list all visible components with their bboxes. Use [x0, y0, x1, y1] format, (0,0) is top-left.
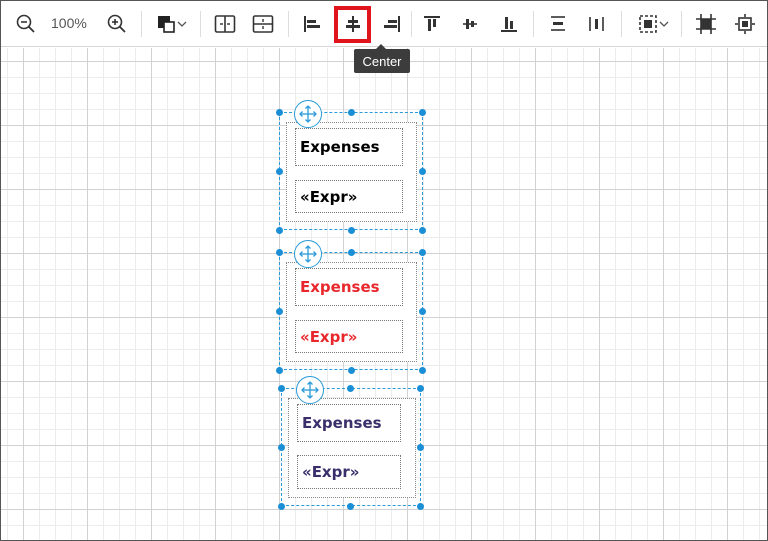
move-icon	[301, 381, 319, 399]
resize-handle[interactable]	[348, 109, 355, 116]
zoom-out-button[interactable]	[13, 9, 39, 39]
select-dropdown[interactable]	[633, 9, 673, 39]
expr-field[interactable]: «Expr»	[297, 455, 401, 489]
title-text: Expenses	[300, 138, 380, 156]
title-field[interactable]: Expenses	[297, 404, 401, 442]
resize-handle[interactable]	[276, 367, 283, 374]
resize-handle[interactable]	[276, 249, 283, 256]
crop-icon	[696, 14, 716, 34]
fill-color-icon	[158, 16, 175, 33]
resize-icon	[735, 14, 755, 34]
resize-handle[interactable]	[278, 385, 285, 392]
move-icon	[299, 105, 317, 123]
align-right-icon	[384, 16, 400, 32]
chevron-down-icon	[177, 21, 187, 27]
title-text: Expenses	[302, 414, 382, 432]
resize-handle[interactable]	[419, 249, 426, 256]
resize-handle[interactable]	[348, 367, 355, 374]
resize-handle[interactable]	[419, 109, 426, 116]
select-icon	[639, 15, 657, 33]
chevron-down-icon	[659, 21, 669, 27]
zoom-out-icon	[16, 14, 35, 33]
resize-handle[interactable]	[419, 308, 426, 315]
component-group[interactable]: Expenses «Expr»	[276, 98, 426, 234]
separator	[621, 11, 622, 37]
separator	[200, 11, 201, 37]
separator	[411, 11, 412, 37]
crop-button[interactable]	[693, 9, 719, 39]
title-field[interactable]: Expenses	[295, 128, 403, 166]
title-text: Expenses	[300, 278, 380, 296]
distribute-horizontal-icon	[551, 16, 565, 31]
distribute-horizontal-button[interactable]	[545, 9, 571, 39]
separator	[533, 11, 534, 37]
resize-handle[interactable]	[419, 168, 426, 175]
move-handle[interactable]	[294, 240, 322, 268]
expr-text: «Expr»	[300, 187, 358, 206]
align-bottom-button[interactable]	[496, 9, 522, 39]
move-icon	[299, 245, 317, 263]
title-field[interactable]: Expenses	[295, 268, 403, 306]
resize-handle[interactable]	[276, 168, 283, 175]
designer-window: 100% Center Expenses «Expr» Expenses «Ex…	[0, 0, 768, 541]
distribute-vertical-button[interactable]	[584, 9, 610, 39]
insert-row-icon	[252, 15, 274, 33]
align-bottom-icon	[501, 17, 517, 32]
resize-handle[interactable]	[276, 109, 283, 116]
insert-column-icon	[214, 15, 236, 33]
zoom-in-icon	[107, 14, 126, 33]
component-group[interactable]: Expenses «Expr»	[278, 374, 425, 510]
move-handle[interactable]	[296, 376, 324, 404]
separator	[288, 11, 289, 37]
resize-handle[interactable]	[347, 503, 354, 510]
fill-color-dropdown[interactable]	[151, 9, 191, 39]
separator	[681, 11, 682, 37]
resize-handle[interactable]	[348, 249, 355, 256]
align-left-icon	[304, 16, 320, 32]
align-right-button[interactable]	[379, 9, 405, 39]
resize-handle[interactable]	[278, 444, 285, 451]
resize-handle[interactable]	[278, 503, 285, 510]
component-group[interactable]: Expenses «Expr»	[276, 238, 426, 374]
align-top-icon	[424, 16, 440, 31]
resize-handle[interactable]	[276, 308, 283, 315]
resize-handle[interactable]	[419, 227, 426, 234]
expr-field[interactable]: «Expr»	[295, 180, 403, 213]
move-handle[interactable]	[294, 100, 322, 128]
resize-button[interactable]	[732, 9, 758, 39]
toolbar: 100%	[1, 1, 767, 47]
align-left-button[interactable]	[299, 9, 325, 39]
zoom-level[interactable]: 100%	[51, 15, 87, 31]
align-middle-icon	[463, 19, 477, 29]
resize-handle[interactable]	[417, 503, 424, 510]
insert-row-button[interactable]	[250, 9, 276, 39]
resize-handle[interactable]	[417, 385, 424, 392]
highlight-box	[334, 6, 371, 43]
expr-text: «Expr»	[300, 327, 358, 346]
expr-field[interactable]: «Expr»	[295, 320, 403, 353]
resize-handle[interactable]	[417, 444, 424, 451]
resize-handle[interactable]	[276, 227, 283, 234]
align-middle-button[interactable]	[457, 9, 483, 39]
tooltip: Center	[354, 44, 410, 73]
resize-handle[interactable]	[347, 385, 354, 392]
zoom-in-button[interactable]	[104, 9, 130, 39]
resize-handle[interactable]	[419, 367, 426, 374]
resize-handle[interactable]	[348, 227, 355, 234]
insert-column-button[interactable]	[212, 9, 238, 39]
expr-text: «Expr»	[302, 463, 360, 481]
align-top-button[interactable]	[419, 9, 445, 39]
distribute-vertical-icon	[589, 17, 604, 31]
separator	[141, 11, 142, 37]
